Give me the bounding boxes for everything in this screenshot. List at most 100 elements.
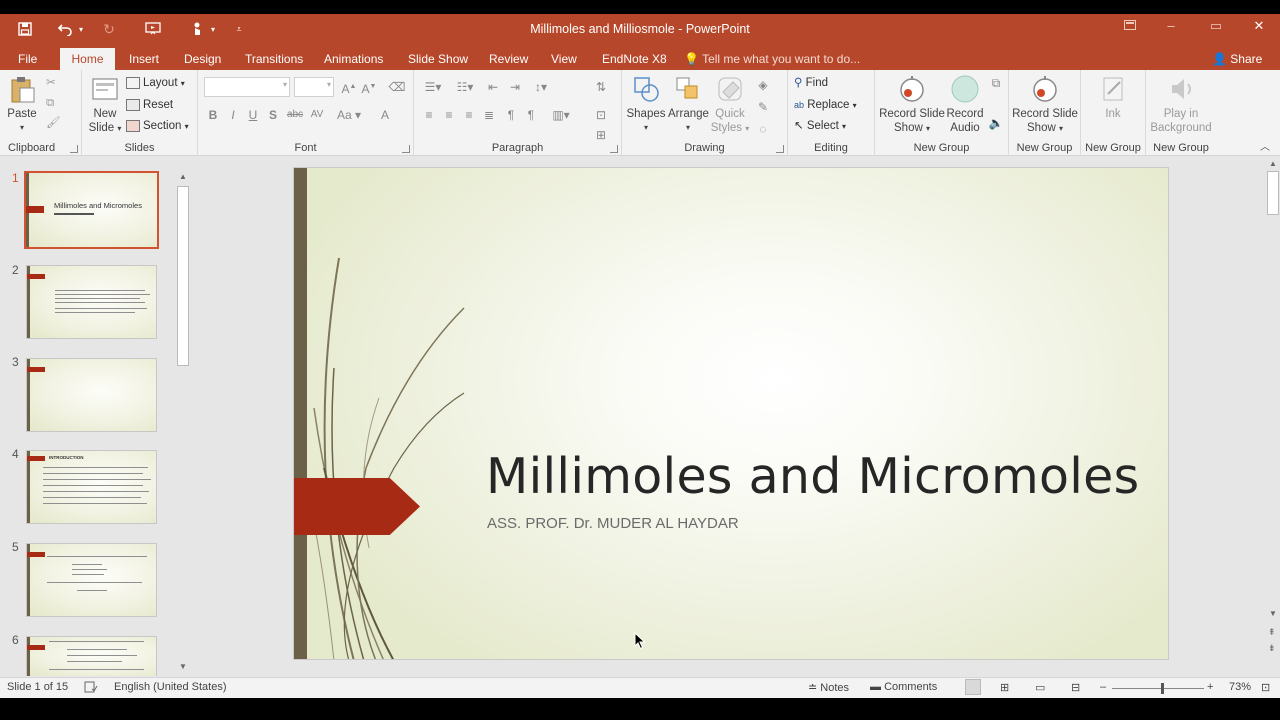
numbering-icon[interactable]: ☷▾ xyxy=(452,78,478,96)
tab-home[interactable]: Home xyxy=(60,48,115,70)
collapse-ribbon-icon[interactable]: ︿ xyxy=(1260,138,1270,153)
format-painter-icon[interactable]: 🖌 xyxy=(46,114,61,132)
tab-transitions[interactable]: Transitions xyxy=(235,48,313,70)
current-slide[interactable]: Millimoles and Micromoles ASS. PROF. Dr.… xyxy=(293,167,1169,660)
bold-icon[interactable]: B xyxy=(204,106,222,124)
slide-scrollbar[interactable]: ▲ ▼ ⇞ ⇟ xyxy=(1266,157,1280,677)
shadow-icon[interactable]: S xyxy=(264,106,282,124)
thumbnail-slide-1[interactable]: Millimoles and Micromoles xyxy=(24,171,159,249)
tab-view[interactable]: View xyxy=(541,48,587,70)
line-spacing-icon[interactable]: ↕▾ xyxy=(528,78,554,96)
comments-button[interactable]: ▬ Comments xyxy=(870,681,937,693)
arrange-button[interactable]: Arrange ▾ xyxy=(668,74,709,135)
reading-view-icon[interactable]: ▭ xyxy=(1035,681,1045,694)
change-case-icon[interactable]: Aa ▾ xyxy=(336,106,362,124)
tab-file[interactable]: File xyxy=(8,48,47,70)
tab-review[interactable]: Review xyxy=(479,48,538,70)
thumbnail-slide-5[interactable] xyxy=(26,543,157,617)
thumbnail-scrollbar[interactable]: ▲ ▼ xyxy=(176,172,190,682)
zoom-out-icon[interactable]: – xyxy=(1100,681,1106,693)
record-slide-show-button-1[interactable]: Record Slide Show ▾ xyxy=(877,74,947,136)
quick-styles-button[interactable]: Quick Styles ▾ xyxy=(710,74,750,136)
new-slide-button[interactable]: New Slide ▾ xyxy=(86,74,124,136)
strikethrough-icon[interactable]: abc xyxy=(286,106,304,124)
reset-button[interactable]: Reset xyxy=(126,96,173,114)
columns-icon[interactable]: ▥▾ xyxy=(548,106,574,124)
tab-design[interactable]: Design xyxy=(174,48,231,70)
shapes-button[interactable]: Shapes ▾ xyxy=(626,74,666,135)
screenshot-icon[interactable]: ⧉ xyxy=(987,74,1005,92)
ribbon-display-options-icon[interactable] xyxy=(1117,18,1143,38)
decrease-indent-icon[interactable]: ⇤ xyxy=(484,78,502,96)
scroll-up-icon[interactable]: ▲ xyxy=(179,172,187,181)
justify-icon[interactable]: ≣ xyxy=(480,106,498,124)
thumbnail-slide-3[interactable] xyxy=(26,358,157,432)
thumbnail-slide-6[interactable] xyxy=(26,636,157,676)
shape-fill-icon[interactable]: ◈ xyxy=(754,76,772,94)
increase-font-icon[interactable]: A▲ xyxy=(340,78,358,96)
font-color-icon[interactable]: A xyxy=(376,106,394,124)
character-spacing-icon[interactable]: AV xyxy=(308,106,326,124)
text-direction-icon[interactable]: ⇅ xyxy=(592,78,610,96)
language-indicator[interactable]: English (United States) xyxy=(114,681,227,693)
cut-icon[interactable]: ✂ xyxy=(46,74,56,92)
ltr-icon[interactable]: ¶ xyxy=(502,106,520,124)
close-icon[interactable]: ✕ xyxy=(1246,18,1272,38)
scroll-down-icon[interactable]: ▼ xyxy=(1269,609,1277,618)
spell-check-icon[interactable] xyxy=(84,681,98,696)
zoom-in-icon[interactable]: + xyxy=(1207,681,1213,693)
slide-sorter-icon[interactable]: ⊞ xyxy=(1000,681,1009,694)
layout-button[interactable]: Layout ▾ xyxy=(126,74,185,92)
restore-icon[interactable]: ▭ xyxy=(1203,18,1229,38)
tab-animations[interactable]: Animations xyxy=(314,48,393,70)
tab-slide-show[interactable]: Slide Show xyxy=(398,48,478,70)
decrease-font-icon[interactable]: A▼ xyxy=(360,78,378,96)
record-audio-button[interactable]: Record Audio xyxy=(945,74,985,135)
share-button[interactable]: 👤 Share xyxy=(1212,48,1262,70)
find-button[interactable]: ⚲ Find xyxy=(794,74,828,92)
replace-button[interactable]: ab Replace ▾ xyxy=(794,96,857,114)
select-button[interactable]: ↖ Select ▾ xyxy=(794,117,846,135)
clipboard-launcher-icon[interactable] xyxy=(70,145,78,153)
slide-subtitle[interactable]: ASS. PROF. Dr. MUDER AL HAYDAR xyxy=(487,515,739,532)
previous-slide-icon[interactable]: ⇞ xyxy=(1268,627,1276,638)
audio-icon[interactable]: 🔈 xyxy=(987,114,1005,132)
zoom-slider-thumb[interactable] xyxy=(1160,683,1164,694)
align-left-icon[interactable]: ≡ xyxy=(420,106,438,124)
thumbnail-scroll-thumb[interactable] xyxy=(177,186,189,366)
tab-insert[interactable]: Insert xyxy=(119,48,169,70)
thumbnail-slide-2[interactable] xyxy=(26,265,157,339)
drawing-launcher-icon[interactable] xyxy=(776,145,784,153)
play-in-background-button[interactable]: Play in Background xyxy=(1148,74,1214,135)
slide-title[interactable]: Millimoles and Micromoles xyxy=(486,448,1139,505)
align-right-icon[interactable]: ≡ xyxy=(460,106,478,124)
scroll-up-icon[interactable]: ▲ xyxy=(1269,159,1277,168)
align-center-icon[interactable]: ≡ xyxy=(440,106,458,124)
next-slide-icon[interactable]: ⇟ xyxy=(1268,643,1276,654)
italic-icon[interactable]: I xyxy=(224,106,242,124)
font-name-field[interactable]: ▾ xyxy=(204,77,290,97)
paragraph-launcher-icon[interactable] xyxy=(610,145,618,153)
clear-formatting-icon[interactable]: ⌫ xyxy=(388,78,406,96)
font-size-field[interactable]: ▾ xyxy=(294,77,334,97)
paste-button[interactable]: Paste ▾ xyxy=(4,74,40,135)
increase-indent-icon[interactable]: ⇥ xyxy=(506,78,524,96)
scroll-down-icon[interactable]: ▼ xyxy=(179,662,187,671)
tab-endnote[interactable]: EndNote X8 xyxy=(592,48,677,70)
copy-icon[interactable]: ⧉ xyxy=(46,94,54,112)
rtl-icon[interactable]: ¶ xyxy=(522,106,540,124)
zoom-level[interactable]: 73% xyxy=(1229,681,1251,693)
shape-effects-icon[interactable]: ◌ xyxy=(754,120,772,138)
notes-button[interactable]: ≐ Notes xyxy=(808,681,849,694)
slide-scroll-thumb[interactable] xyxy=(1267,171,1279,215)
minimize-icon[interactable]: – xyxy=(1158,18,1184,38)
bullets-icon[interactable]: ☰▾ xyxy=(420,78,446,96)
font-launcher-icon[interactable] xyxy=(402,145,410,153)
fit-to-window-icon[interactable]: ⊡ xyxy=(1261,681,1270,694)
shape-outline-icon[interactable]: ✎ xyxy=(754,98,772,116)
align-text-icon[interactable]: ⊡ xyxy=(592,106,610,124)
normal-view-icon[interactable] xyxy=(965,679,981,695)
section-button[interactable]: Section ▾ xyxy=(126,117,189,135)
underline-icon[interactable]: U xyxy=(244,106,262,124)
thumbnail-slide-4[interactable]: INTRODUCTION xyxy=(26,450,157,524)
